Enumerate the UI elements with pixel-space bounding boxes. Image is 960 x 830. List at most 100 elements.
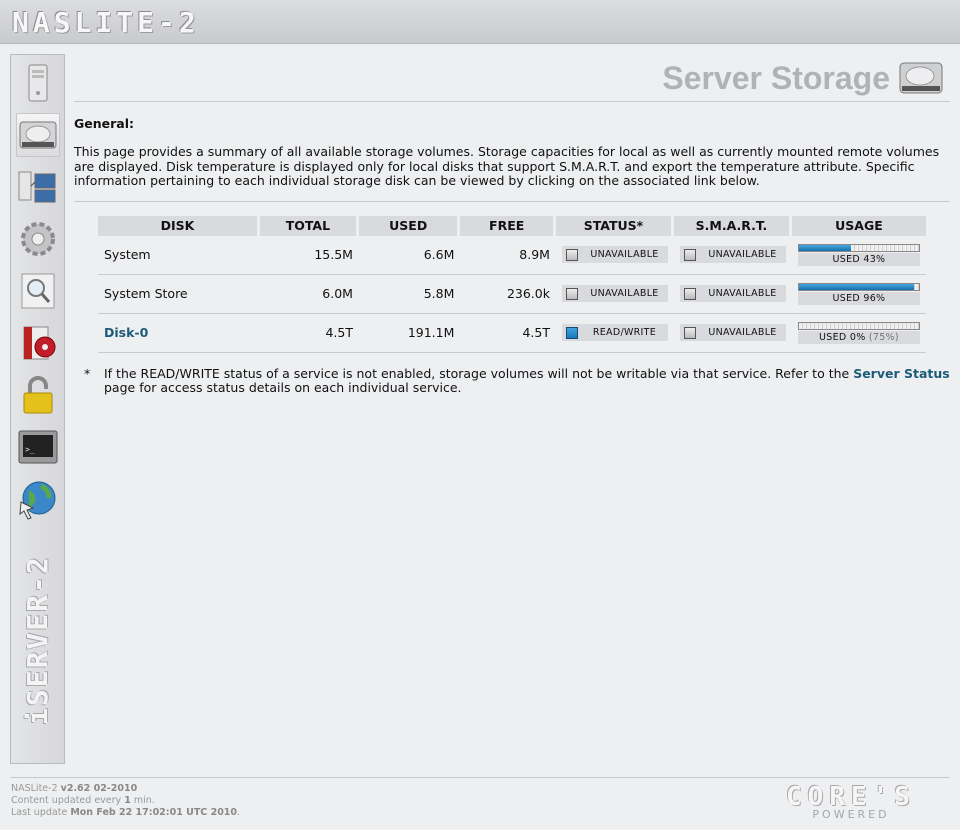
table-row: System Store 6.0M 5.8M 236.0k UNAVAILABL… bbox=[98, 275, 926, 314]
header-usage: USAGE bbox=[791, 215, 926, 236]
smart-text: UNAVAILABLE bbox=[708, 327, 777, 338]
header-total: TOTAL bbox=[259, 215, 359, 236]
disk-name: Disk-0 bbox=[98, 314, 260, 353]
used-cell: 191.1M bbox=[358, 314, 461, 353]
terminal-icon: >_ bbox=[18, 430, 58, 464]
usage-label: USED 0% (75%) bbox=[797, 330, 920, 344]
nav-server[interactable] bbox=[16, 61, 60, 105]
smart-indicator bbox=[683, 248, 696, 261]
usage-percent: USED 0% bbox=[819, 331, 866, 343]
powered-sub: POWERED bbox=[812, 808, 890, 821]
footer-version: NASLite-2 v2.62 02-2010 bbox=[11, 783, 240, 795]
smart-indicator bbox=[683, 326, 696, 339]
usage-bar bbox=[797, 321, 920, 330]
status-badge: UNAVAILABLE bbox=[561, 246, 668, 263]
smart-cell: UNAVAILABLE bbox=[673, 314, 792, 353]
footer-refresh: Content updated every 1 min. bbox=[11, 795, 240, 807]
smart-text: UNAVAILABLE bbox=[708, 288, 777, 299]
nav-web[interactable] bbox=[16, 477, 60, 521]
header-disk: DISK bbox=[98, 215, 260, 236]
table-header-row: DISK TOTAL USED FREE STATUS* S.M.A.R.T. … bbox=[98, 215, 926, 236]
gear-icon bbox=[21, 222, 55, 256]
footer-version-value: v2.62 02-2010 bbox=[60, 783, 138, 794]
used-cell: 6.6M bbox=[358, 236, 461, 275]
footer-info: NASLite-2 v2.62 02-2010 Content updated … bbox=[11, 783, 240, 819]
footer-last-update: Last update Mon Feb 22 17:02:01 UTC 2010… bbox=[11, 807, 240, 819]
powered-by-logo[interactable]: CORE'S POWERED bbox=[756, 784, 946, 820]
status-badge: UNAVAILABLE bbox=[561, 285, 668, 302]
footer-update-value: Mon Feb 22 17:02:01 UTC 2010 bbox=[70, 807, 238, 818]
smart-badge: UNAVAILABLE bbox=[679, 285, 786, 302]
intro-text: This page provides a summary of all avai… bbox=[74, 144, 950, 202]
usage-percent: USED 43% bbox=[832, 253, 886, 265]
nav-search[interactable] bbox=[16, 269, 60, 313]
server-icon bbox=[28, 64, 48, 102]
smart-badge: UNAVAILABLE bbox=[679, 246, 786, 263]
status-indicator bbox=[565, 248, 578, 261]
nav-terminal[interactable]: >_ bbox=[16, 425, 60, 469]
status-text: READ/WRITE bbox=[592, 327, 657, 338]
title-row: Server Storage bbox=[74, 54, 950, 102]
main-content: Server Storage General: This page provid… bbox=[74, 54, 950, 396]
lock-icon bbox=[23, 376, 53, 414]
footer-refresh-prefix: Content updated every bbox=[11, 795, 125, 806]
smart-cell: UNAVAILABLE bbox=[673, 275, 792, 314]
status-cell: UNAVAILABLE bbox=[555, 236, 674, 275]
footnote-text-before: If the READ/WRITE status of a service is… bbox=[104, 365, 854, 381]
network-icon bbox=[18, 171, 56, 203]
footer-update-prefix: Last update bbox=[11, 807, 71, 818]
usage-cell: USED 0% (75%) bbox=[791, 314, 926, 353]
total-cell: 15.5M bbox=[259, 236, 359, 275]
nav-media[interactable] bbox=[16, 321, 60, 365]
nav-network[interactable] bbox=[16, 165, 60, 209]
footer-refresh-suffix: min. bbox=[130, 795, 155, 806]
smart-text: UNAVAILABLE bbox=[708, 249, 777, 260]
status-indicator bbox=[565, 287, 578, 300]
free-cell: 8.9M bbox=[460, 236, 556, 275]
status-text: UNAVAILABLE bbox=[590, 249, 659, 260]
storage-table: DISK TOTAL USED FREE STATUS* S.M.A.R.T. … bbox=[98, 215, 926, 353]
disk-name: System Store bbox=[98, 275, 260, 314]
nav-settings[interactable] bbox=[16, 217, 60, 261]
status-badge: READ/WRITE bbox=[561, 324, 668, 341]
status-cell: UNAVAILABLE bbox=[555, 275, 674, 314]
disk-icon bbox=[899, 62, 943, 94]
smart-cell: UNAVAILABLE bbox=[673, 236, 792, 275]
globe-icon bbox=[19, 481, 56, 520]
status-indicator bbox=[565, 326, 578, 339]
free-cell: 236.0k bbox=[460, 275, 556, 314]
usage-bar bbox=[797, 282, 920, 291]
table-row: Disk-0 4.5T 191.1M 4.5T READ/WRITE UNAVA… bbox=[98, 314, 926, 353]
smart-badge: UNAVAILABLE bbox=[679, 324, 786, 341]
header-used: USED bbox=[358, 215, 461, 236]
sidebar: >_ iSERVER-2 bbox=[10, 54, 65, 764]
nav-security[interactable] bbox=[16, 373, 60, 417]
media-icon bbox=[23, 326, 56, 360]
server-status-link[interactable]: Server Status bbox=[853, 366, 950, 381]
footer-update-suffix: . bbox=[237, 807, 241, 818]
nav-storage[interactable] bbox=[16, 113, 60, 157]
usage-cell: USED 43% bbox=[791, 236, 926, 275]
footer-version-prefix: NASLite-2 bbox=[11, 783, 61, 794]
footnote-text: If the READ/WRITE status of a service is… bbox=[104, 365, 950, 396]
usage-percent: USED 96% bbox=[832, 292, 886, 304]
usage-bar bbox=[797, 243, 920, 252]
svg-text:>_: >_ bbox=[25, 445, 35, 454]
smart-indicator bbox=[683, 287, 696, 300]
search-icon bbox=[21, 273, 55, 309]
status-cell: READ/WRITE bbox=[555, 314, 674, 353]
section-heading: General: bbox=[74, 116, 134, 131]
footer-divider bbox=[10, 777, 950, 778]
footer-refresh-value: 1 bbox=[124, 795, 131, 806]
total-cell: 6.0M bbox=[259, 275, 359, 314]
usage-label: USED 96% bbox=[797, 291, 920, 305]
usage-label: USED 43% bbox=[797, 252, 920, 266]
disk-icon bbox=[19, 121, 57, 149]
app-logo[interactable]: NASLITE-2 bbox=[12, 6, 200, 39]
footnote-text-after: page for access status details on each i… bbox=[104, 380, 462, 395]
disk-link[interactable]: Disk-0 bbox=[104, 325, 148, 340]
status-text: UNAVAILABLE bbox=[590, 288, 659, 299]
usage-extra: (75%) bbox=[868, 331, 899, 343]
footnote-star: * bbox=[84, 365, 91, 381]
free-cell: 4.5T bbox=[460, 314, 556, 353]
